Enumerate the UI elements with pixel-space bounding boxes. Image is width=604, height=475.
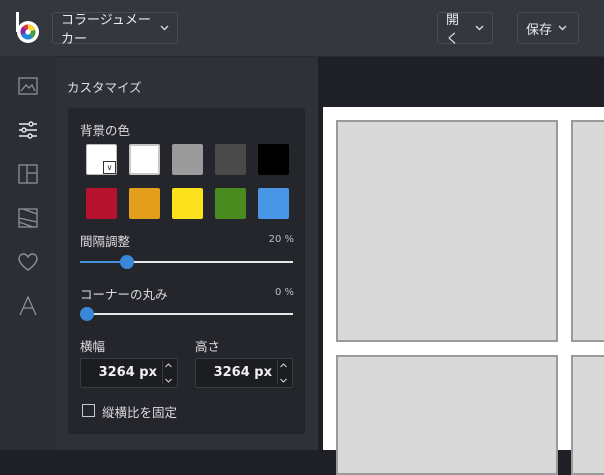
color-swatch[interactable] (215, 144, 246, 175)
height-label: 高さ (195, 339, 221, 354)
color-swatch[interactable] (86, 188, 117, 219)
width-value: 3264 px (98, 365, 157, 380)
slider-track (80, 313, 293, 315)
collage-cell[interactable] (336, 120, 558, 342)
color-swatch[interactable] (129, 188, 160, 219)
chevron-up-icon[interactable] (165, 361, 172, 370)
width-label: 横幅 (80, 339, 106, 354)
spacing-value: 20 % (268, 234, 294, 245)
open-button[interactable]: 開く (437, 12, 493, 47)
color-swatch[interactable] (172, 188, 203, 219)
tool-icon-bar (0, 57, 56, 450)
color-swatch[interactable] (258, 144, 289, 175)
chevron-down-icon (475, 23, 484, 34)
layout-icon[interactable] (16, 162, 40, 186)
color-swatch[interactable]: ∨ (86, 144, 117, 175)
open-label: 開く (446, 13, 460, 47)
spacing-label: 間隔調整 (80, 234, 131, 249)
background-color-label: 背景の色 (80, 123, 131, 138)
customize-card: 背景の色 ∨ 間隔調整 20 % コーナーの丸み 0 % 横幅 高さ 3264 … (68, 108, 305, 434)
color-swatch[interactable] (129, 144, 160, 175)
canvas-area (318, 57, 604, 475)
lock-ratio-checkbox[interactable] (82, 404, 95, 417)
save-label: 保存 (526, 22, 553, 38)
corner-value: 0 % (274, 287, 294, 298)
width-input[interactable]: 3264 px (80, 358, 178, 388)
top-bar: コラージュメーカー 開く 保存 (0, 0, 604, 57)
height-stepper[interactable] (277, 361, 289, 385)
custom-color-marker: ∨ (103, 161, 116, 174)
save-button[interactable]: 保存 (517, 12, 579, 44)
chevron-down-icon (160, 23, 169, 34)
slider-knob[interactable] (120, 255, 134, 269)
chevron-down-icon[interactable] (280, 376, 287, 385)
width-stepper[interactable] (162, 361, 174, 385)
collage-cell[interactable] (571, 120, 604, 342)
tool-select-button[interactable]: コラージュメーカー (52, 12, 178, 47)
collage-cell[interactable] (336, 355, 558, 475)
color-swatch[interactable] (172, 144, 203, 175)
collage-canvas (323, 107, 604, 475)
sliders-icon[interactable] (16, 118, 40, 142)
texture-icon[interactable] (16, 206, 40, 230)
color-swatch[interactable] (215, 188, 246, 219)
height-input[interactable]: 3264 px (195, 358, 293, 388)
chevron-down-icon (558, 23, 567, 34)
height-value: 3264 px (213, 365, 272, 380)
corner-slider[interactable] (80, 307, 293, 321)
slider-knob[interactable] (80, 307, 94, 321)
chevron-down-icon[interactable] (165, 376, 172, 385)
lock-ratio-label: 縦横比を固定 (102, 405, 178, 420)
chevron-up-icon[interactable] (280, 361, 287, 370)
tool-select-label: コラージュメーカー (61, 13, 151, 47)
color-swatch[interactable] (258, 188, 289, 219)
image-icon[interactable] (16, 74, 40, 98)
app-logo-icon[interactable] (14, 11, 42, 45)
collage-cell[interactable] (571, 355, 604, 475)
customize-panel: カスタマイズ 背景の色 ∨ 間隔調整 20 % コーナーの丸み 0 % 横幅 高… (56, 57, 318, 450)
text-icon[interactable] (16, 294, 40, 318)
panel-title: カスタマイズ (67, 80, 142, 95)
corner-label: コーナーの丸み (80, 287, 168, 302)
heart-icon[interactable] (16, 250, 40, 274)
spacing-slider[interactable] (80, 255, 293, 269)
